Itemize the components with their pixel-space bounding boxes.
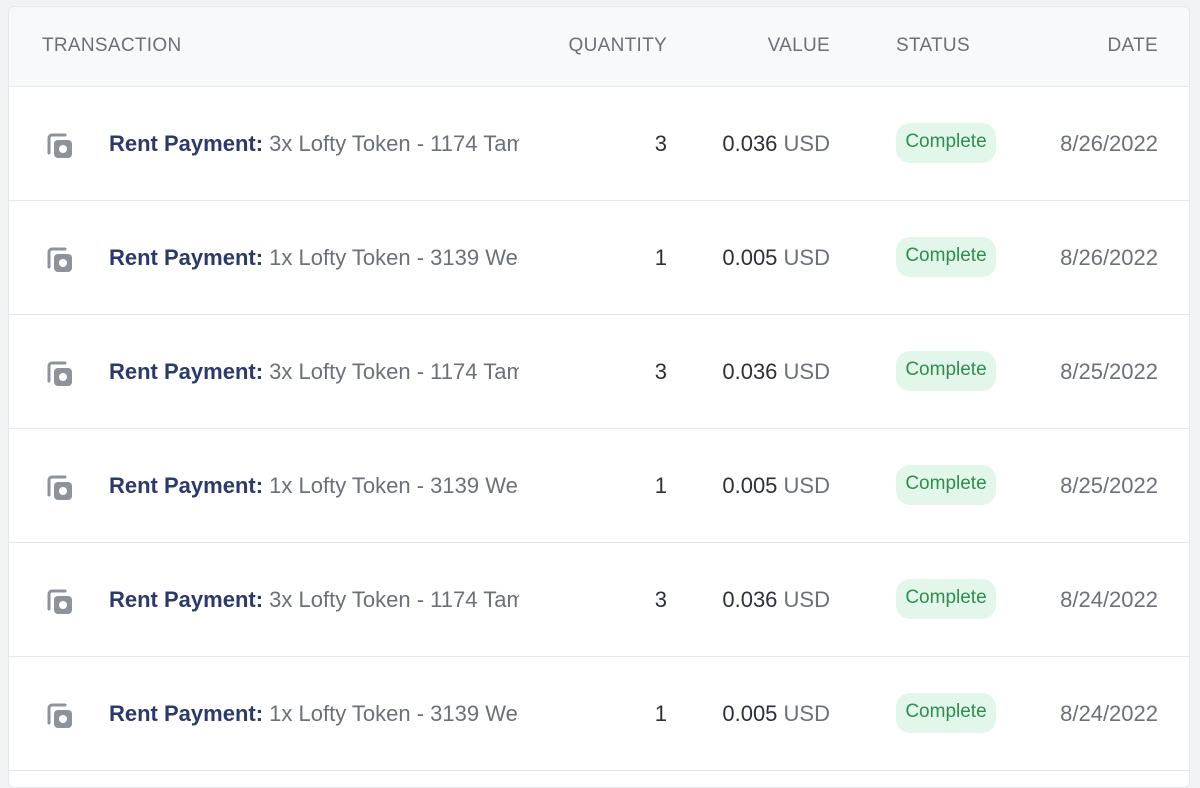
quantity-cell: 1: [654, 473, 667, 498]
copy-icon[interactable]: [45, 701, 75, 731]
transaction-detail: 3x Lofty Token - 1174 Tampa A...: [269, 587, 519, 612]
transaction-description: Rent Payment: 3x Lofty Token - 1174 Tamp…: [109, 315, 519, 429]
transaction-type: Rent Payment:: [109, 131, 264, 156]
date-cell: 8/26/2022: [1060, 245, 1158, 270]
value-cell: 0.036 USD: [722, 315, 830, 429]
transaction-description: Rent Payment: 3x Lofty Token - 1174 Tamp…: [109, 87, 519, 201]
transaction-description: Rent Payment: 3x Lofty Token - 1174 Tamp…: [109, 543, 519, 657]
value-currency: USD: [783, 245, 830, 270]
transaction-type: Rent Payment:: [109, 473, 264, 498]
value-cell: 0.036 USD: [722, 543, 830, 657]
copy-icon[interactable]: [45, 359, 75, 389]
value-cell: 0.005 USD: [722, 429, 830, 543]
transaction-type: Rent Payment:: [109, 587, 264, 612]
date-cell: 8/24/2022: [1060, 587, 1158, 612]
value-amount: 0.036: [722, 359, 778, 384]
transaction-detail: 1x Lofty Token - 3139 West Blvd: [269, 701, 519, 726]
status-badge: Complete: [896, 237, 996, 277]
quantity-cell: 1: [654, 701, 667, 726]
transaction-detail: 1x Lofty Token - 3139 West Blvd: [269, 245, 519, 270]
status-badge: Complete: [896, 579, 996, 619]
copy-icon[interactable]: [45, 473, 75, 503]
column-header-date[interactable]: DATE: [1108, 7, 1158, 87]
value-amount: 0.005: [722, 701, 778, 726]
table-row[interactable]: Rent Payment: 3x Lofty Token - 1174 Tamp…: [9, 315, 1189, 429]
column-header-transaction[interactable]: TRANSACTION: [42, 7, 181, 87]
quantity-cell: 3: [654, 587, 667, 612]
value-cell: 0.036 USD: [722, 87, 830, 201]
column-header-status[interactable]: STATUS: [896, 7, 970, 87]
date-cell: 8/25/2022: [1060, 359, 1158, 384]
table-row[interactable]: Rent Payment: 1x Lofty Token - 3139 West…: [9, 657, 1189, 771]
quantity-cell: 3: [654, 359, 667, 384]
column-header-quantity[interactable]: QUANTITY: [569, 7, 667, 87]
quantity-cell: 3: [654, 131, 667, 156]
transactions-table: TRANSACTION QUANTITY VALUE STATUS DATE R…: [8, 6, 1190, 788]
table-header: TRANSACTION QUANTITY VALUE STATUS DATE: [9, 7, 1189, 87]
value-currency: USD: [783, 587, 830, 612]
value-cell: 0.005 USD: [722, 201, 830, 315]
value-currency: USD: [783, 131, 830, 156]
copy-icon[interactable]: [45, 587, 75, 617]
table-row[interactable]: Rent Payment: 1x Lofty Token - 3139 West…: [9, 429, 1189, 543]
column-header-value[interactable]: VALUE: [768, 7, 830, 87]
transaction-description: Rent Payment: 1x Lofty Token - 3139 West…: [109, 657, 519, 771]
table-row[interactable]: Rent Payment: 3x Lofty Token - 1174 Tamp…: [9, 87, 1189, 201]
value-amount: 0.036: [722, 587, 778, 612]
status-badge: Complete: [896, 465, 996, 505]
table-row[interactable]: Rent Payment: 3x Lofty Token - 1174 Tamp…: [9, 543, 1189, 657]
transaction-type: Rent Payment:: [109, 245, 264, 270]
value-amount: 0.036: [722, 131, 778, 156]
transaction-detail: 3x Lofty Token - 1174 Tampa A...: [269, 359, 519, 384]
status-badge: Complete: [896, 123, 996, 163]
value-currency: USD: [783, 701, 830, 726]
transaction-description: Rent Payment: 1x Lofty Token - 3139 West…: [109, 429, 519, 543]
status-badge: Complete: [896, 693, 996, 733]
transaction-detail: 3x Lofty Token - 1174 Tampa A...: [269, 131, 519, 156]
copy-icon[interactable]: [45, 131, 75, 161]
value-currency: USD: [783, 359, 830, 384]
transaction-type: Rent Payment:: [109, 359, 264, 384]
transaction-description: Rent Payment: 1x Lofty Token - 3139 West…: [109, 201, 519, 315]
value-amount: 0.005: [722, 473, 778, 498]
transaction-type: Rent Payment:: [109, 701, 264, 726]
status-badge: Complete: [896, 351, 996, 391]
date-cell: 8/25/2022: [1060, 473, 1158, 498]
table-row[interactable]: Rent Payment: 1x Lofty Token - 3139 West…: [9, 201, 1189, 315]
transaction-detail: 1x Lofty Token - 3139 West Blvd: [269, 473, 519, 498]
value-currency: USD: [783, 473, 830, 498]
value-cell: 0.005 USD: [722, 657, 830, 771]
copy-icon[interactable]: [45, 245, 75, 275]
date-cell: 8/24/2022: [1060, 701, 1158, 726]
quantity-cell: 1: [654, 245, 667, 270]
value-amount: 0.005: [722, 245, 778, 270]
date-cell: 8/26/2022: [1060, 131, 1158, 156]
